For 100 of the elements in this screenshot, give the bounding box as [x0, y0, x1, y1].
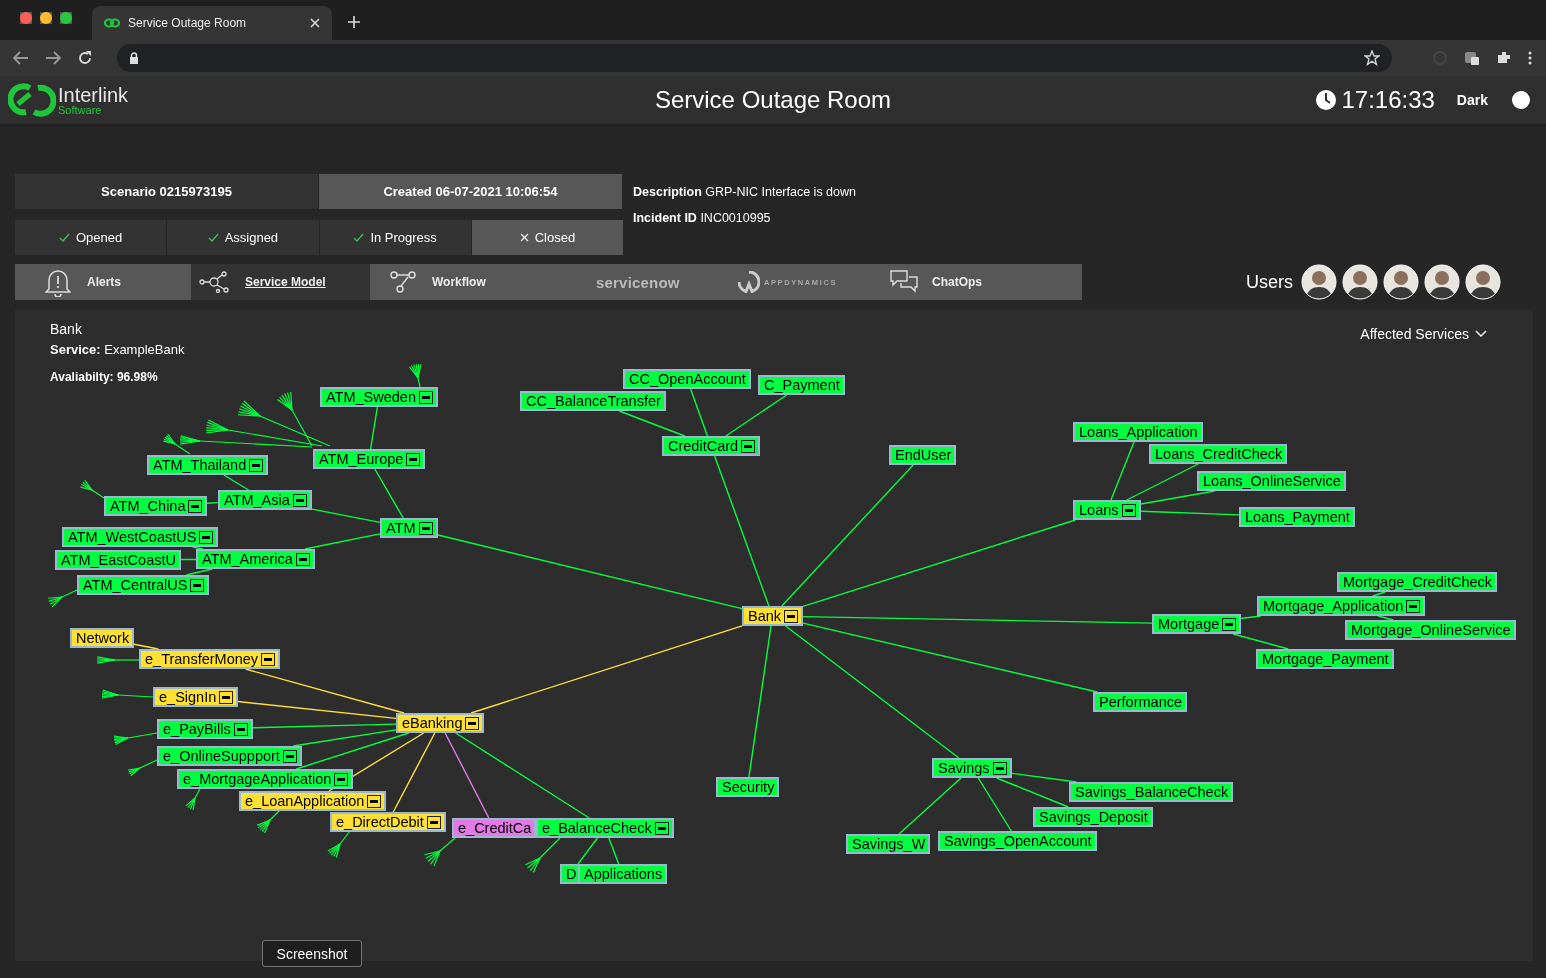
service-node[interactable]: Bank — [742, 606, 804, 626]
tool-tab[interactable]: servicenow — [550, 264, 700, 300]
service-node[interactable]: e_LoanApplication — [239, 791, 387, 811]
collapse-icon[interactable] — [292, 493, 307, 507]
avatar-icon[interactable] — [1342, 264, 1378, 300]
collapse-icon[interactable] — [295, 552, 310, 566]
service-node[interactable]: Loans_OnlineService — [1197, 471, 1346, 491]
service-node[interactable]: e_SignIn — [153, 687, 239, 707]
service-node[interactable]: EndUser — [889, 445, 957, 465]
service-node[interactable]: Mortgage_Application — [1257, 596, 1426, 616]
new-tab-icon[interactable] — [348, 16, 360, 28]
close-icon[interactable] — [310, 18, 320, 28]
collapse-icon[interactable] — [654, 821, 669, 835]
collapse-icon[interactable] — [219, 690, 234, 704]
service-node[interactable]: ATM_Thailand — [147, 455, 269, 475]
collapse-icon[interactable] — [190, 578, 205, 592]
service-node[interactable]: e_DirectDebit — [330, 812, 446, 832]
service-node[interactable]: e_BalanceCheck — [536, 818, 674, 838]
reload-icon[interactable] — [77, 50, 93, 66]
service-node[interactable]: ATM_America — [196, 549, 315, 569]
service-node[interactable]: Mortgage_OnlineService — [1345, 620, 1516, 640]
avatar-icon[interactable] — [1424, 264, 1460, 300]
service-node[interactable]: Applications — [578, 864, 668, 884]
back-icon[interactable] — [13, 51, 29, 65]
collapse-icon[interactable] — [465, 716, 480, 730]
service-node[interactable]: Savings_W — [846, 834, 931, 854]
tool-tab[interactable]: ChatOps — [870, 264, 1060, 300]
maximize-window-icon[interactable] — [60, 12, 72, 24]
service-node[interactable]: C_Payment — [758, 375, 845, 395]
status-tab[interactable]: Opened — [15, 220, 167, 255]
collapse-icon[interactable] — [233, 722, 248, 736]
collapse-icon[interactable] — [199, 530, 214, 544]
affected-services-dropdown[interactable]: Affected Services — [1360, 326, 1487, 342]
collapse-icon[interactable] — [1121, 503, 1136, 517]
service-node[interactable]: CreditCard — [662, 436, 761, 456]
service-node[interactable]: Security — [716, 777, 780, 797]
service-node[interactable]: e_OnlineSuppport — [157, 746, 302, 766]
collapse-icon[interactable] — [249, 458, 264, 472]
collapse-icon[interactable] — [992, 761, 1007, 775]
status-tab[interactable]: Assigned — [167, 220, 319, 255]
avatar-icon[interactable] — [1383, 264, 1419, 300]
service-node[interactable]: ATM_China — [104, 496, 208, 516]
collapse-icon[interactable] — [426, 815, 441, 829]
tool-tab[interactable]: Service Model — [191, 264, 370, 300]
avatar-icon[interactable] — [1301, 264, 1337, 300]
service-node[interactable]: ATM_WestCoastUS — [62, 527, 219, 547]
service-node[interactable]: Performance — [1093, 692, 1187, 712]
puzzle-icon[interactable] — [1496, 50, 1512, 66]
service-node[interactable]: Loans_Payment — [1239, 507, 1355, 527]
tool-tab[interactable]: Workflow — [370, 264, 550, 300]
service-node[interactable]: Mortgage_Payment — [1256, 649, 1394, 669]
service-node[interactable]: CC_OpenAccount — [623, 369, 751, 389]
service-node[interactable]: ATM_Asia — [218, 490, 312, 510]
service-node[interactable]: Network — [70, 628, 135, 648]
collapse-icon[interactable] — [1406, 599, 1421, 613]
menu-icon[interactable] — [1528, 51, 1532, 65]
browser-tab[interactable]: Service Outage Room — [92, 6, 332, 40]
collapse-icon[interactable] — [261, 652, 276, 666]
service-node[interactable]: e_TransferMoney — [139, 649, 281, 669]
extension-icon[interactable] — [1464, 50, 1480, 66]
service-node[interactable]: e_MortgageApplication — [177, 769, 354, 789]
status-tab[interactable]: In Progress — [319, 220, 471, 255]
collapse-icon[interactable] — [334, 772, 349, 786]
collapse-icon[interactable] — [406, 452, 421, 466]
collapse-icon[interactable] — [418, 521, 433, 535]
service-node[interactable]: e_CreditCa — [452, 818, 537, 838]
forward-icon[interactable] — [45, 51, 61, 65]
minimize-window-icon[interactable] — [40, 12, 52, 24]
service-node[interactable]: ATM — [380, 518, 438, 538]
avatar-icon[interactable] — [1465, 264, 1501, 300]
service-node[interactable]: ATM_CentralUS — [77, 575, 210, 595]
address-field[interactable] — [117, 44, 1392, 72]
service-node[interactable]: Mortgage — [1152, 614, 1242, 634]
service-node[interactable]: Loans — [1073, 500, 1141, 520]
service-node[interactable]: ATM_Europe — [313, 449, 426, 469]
service-node[interactable]: ATM_Sweden — [320, 387, 438, 407]
service-node[interactable]: Loans_CreditCheck — [1149, 444, 1288, 464]
service-node[interactable]: ATM_EastCoastU — [55, 550, 181, 570]
collapse-icon[interactable] — [784, 609, 799, 623]
service-node[interactable]: e_PayBills — [157, 719, 253, 739]
service-node[interactable]: Mortgage_CreditCheck — [1337, 572, 1498, 592]
collapse-icon[interactable] — [282, 749, 297, 763]
status-tab[interactable]: Closed — [471, 220, 623, 255]
service-node[interactable]: eBanking — [396, 713, 485, 733]
service-node[interactable]: Savings_Deposit — [1033, 807, 1153, 827]
collapse-icon[interactable] — [419, 390, 433, 404]
collapse-icon[interactable] — [367, 794, 382, 808]
service-node[interactable]: Savings — [932, 758, 1012, 778]
collapse-icon[interactable] — [1222, 617, 1237, 631]
connector-line — [608, 837, 620, 865]
link-icon — [104, 18, 120, 28]
collapse-icon[interactable] — [741, 439, 756, 453]
service-node[interactable]: Loans_Application — [1073, 422, 1203, 442]
service-node[interactable]: Savings_OpenAccount — [938, 831, 1097, 851]
service-node[interactable]: Savings_BalanceCheck — [1069, 782, 1234, 802]
tool-tab[interactable]: Alerts — [15, 264, 191, 300]
star-icon[interactable] — [1364, 50, 1380, 66]
theme-toggle[interactable] — [1512, 91, 1530, 109]
service-node[interactable]: CC_BalanceTransfer — [520, 391, 666, 411]
collapse-icon[interactable] — [188, 499, 203, 513]
